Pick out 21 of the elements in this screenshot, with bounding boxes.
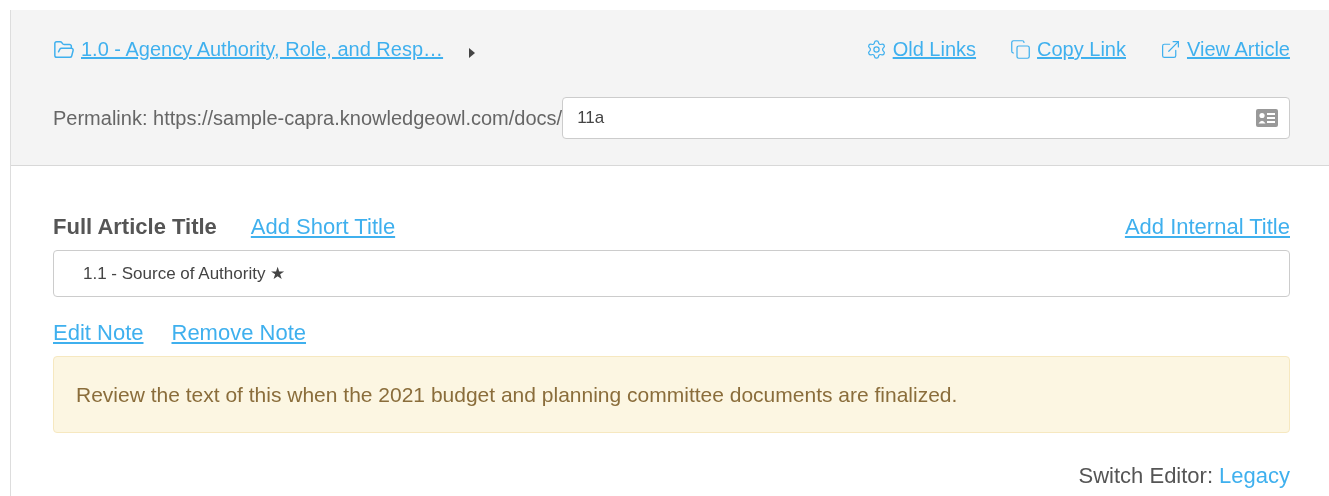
field-label: Full Article Title xyxy=(53,214,217,240)
header-link[interactable]: View Article xyxy=(1160,38,1290,61)
add-short-title-link[interactable]: Add Short Title xyxy=(250,214,396,240)
header-link[interactable]: Copy Link xyxy=(1010,38,1126,61)
add-internal-title-link[interactable]: Add Internal Title xyxy=(1124,214,1290,240)
contact-card-icon xyxy=(1256,109,1278,127)
folder-icon xyxy=(53,38,75,61)
caret-icon[interactable] xyxy=(469,47,476,58)
note-link[interactable]: Edit Note xyxy=(53,320,144,346)
copy-icon xyxy=(1010,39,1032,60)
header-link[interactable]: Old Links xyxy=(865,38,977,61)
permalink-field[interactable]: 11a xyxy=(562,97,1290,139)
switch-editor-label: Switch Editor: xyxy=(1078,463,1214,489)
note-link[interactable]: Remove Note xyxy=(171,320,306,346)
note-box: Review the text of this when the 2021 budget and planning committee documents are finalized. xyxy=(53,356,1290,433)
legacy-link[interactable]: Legacy xyxy=(1219,463,1290,489)
external-link-icon xyxy=(1160,39,1181,60)
breadcrumb-link[interactable]: 1.0 - Agency Authority, Role, and Resp… xyxy=(53,38,444,61)
gear-icon xyxy=(865,39,887,60)
permalink-label: Permalink: https://sample-capra.knowledgeowl.com/docs/ xyxy=(53,106,563,130)
title-field[interactable]: 1.1 - Source of Authority ★ xyxy=(53,250,1290,297)
